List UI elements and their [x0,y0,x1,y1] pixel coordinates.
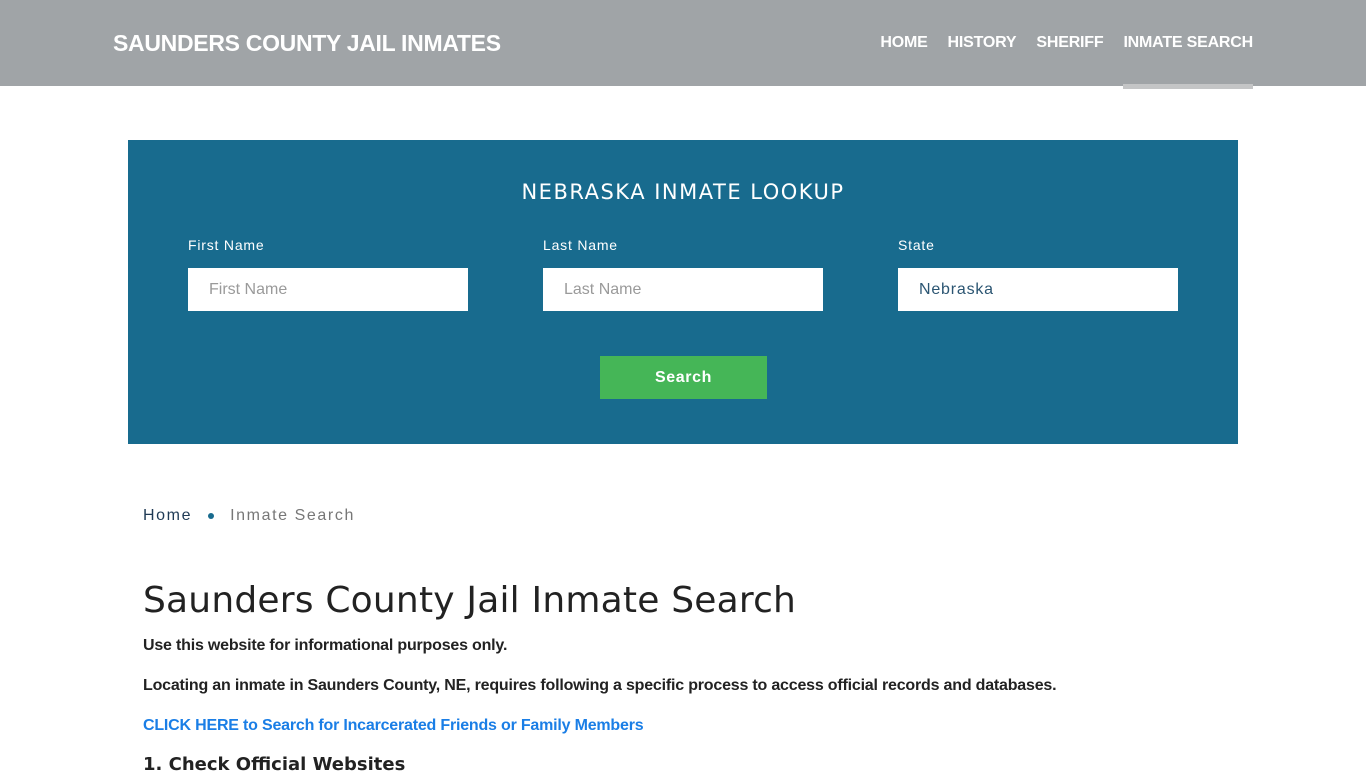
last-name-input[interactable] [543,268,823,311]
page-title: Saunders County Jail Inmate Search [143,580,797,621]
site-brand-link[interactable]: SAUNDERS COUNTY JAIL INMATES [113,30,501,57]
main-nav: HOME HISTORY SHERIFF INMATE SEARCH [870,0,1253,89]
breadcrumb-home-link[interactable]: Home [143,507,192,525]
state-label: State [898,237,935,253]
intro-text: Locating an inmate in Saunders County, N… [143,677,1057,694]
state-input[interactable] [898,268,1178,311]
lookup-title: NEBRASKA INMATE LOOKUP [521,180,845,204]
breadcrumb-separator-dot [208,513,215,519]
disclaimer-text: Use this website for informational purpo… [143,637,508,654]
breadcrumb: Home Inmate Search [143,507,355,525]
site-header: SAUNDERS COUNTY JAIL INMATES HOME HISTOR… [0,0,1366,89]
last-name-label: Last Name [543,237,618,253]
nav-home[interactable]: HOME [870,0,937,86]
first-name-label: First Name [188,237,265,253]
first-name-input[interactable] [188,268,468,311]
search-button[interactable]: Search [600,356,767,399]
breadcrumb-current: Inmate Search [230,507,355,524]
nav-inmate-search[interactable]: INMATE SEARCH [1113,0,1253,89]
nav-sheriff[interactable]: SHERIFF [1026,0,1113,86]
nav-history[interactable]: HISTORY [938,0,1027,86]
step-heading: 1. Check Official Websites [143,754,406,775]
search-incarcerated-link[interactable]: CLICK HERE to Search for Incarcerated Fr… [143,717,644,735]
